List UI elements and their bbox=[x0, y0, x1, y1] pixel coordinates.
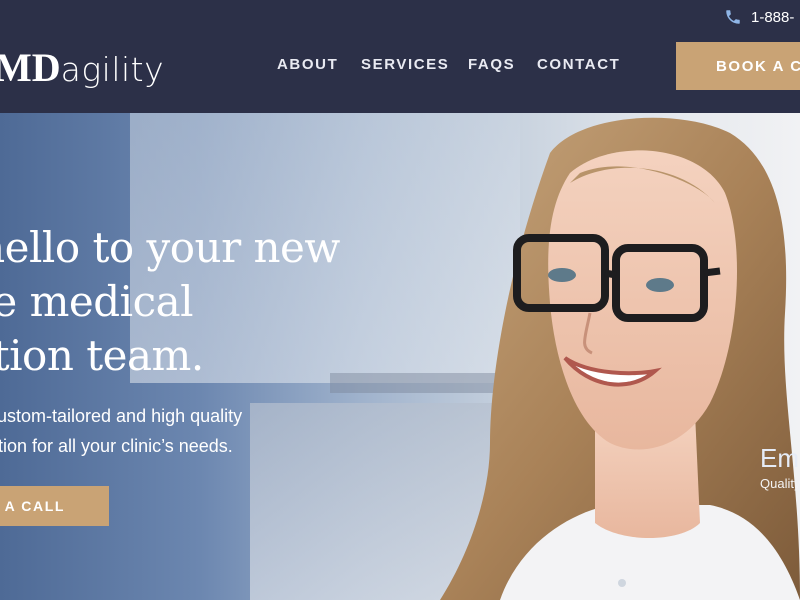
phone-number: 1-888- bbox=[751, 8, 795, 26]
hero-heading-line-2: site medical bbox=[0, 277, 194, 326]
staff-role: Quality bbox=[760, 476, 800, 491]
nav-contact[interactable]: CONTACT bbox=[537, 56, 620, 73]
hero-subtitle-line-1: custom-tailored and high quality bbox=[0, 406, 243, 426]
book-a-call-hero-label: K A CALL bbox=[0, 498, 65, 514]
site-header: 1-888- MD agility ABOUT SERVICES FAQS CO… bbox=[0, 0, 800, 113]
nav-services[interactable]: SERVICES bbox=[361, 56, 449, 73]
phone-link[interactable]: 1-888- bbox=[724, 8, 794, 26]
book-a-call-hero-button[interactable]: K A CALL bbox=[0, 486, 109, 526]
hero-heading-line-3: eption team. bbox=[0, 331, 204, 380]
book-a-call-header-label: BOOK A CA bbox=[716, 57, 800, 75]
hero-subtitle: custom-tailored and high quality ation f… bbox=[0, 401, 408, 461]
nav-faqs[interactable]: FAQS bbox=[468, 56, 515, 73]
hero-heading: y hello to your new site medical eption … bbox=[0, 221, 442, 383]
staff-name: Em bbox=[760, 443, 799, 473]
hero-heading-line-1: y hello to your new bbox=[0, 223, 340, 272]
book-a-call-header-button[interactable]: BOOK A CA bbox=[676, 42, 800, 90]
phone-icon bbox=[726, 10, 740, 24]
receptionist-photo bbox=[440, 117, 800, 600]
staff-caption: Em Quality bbox=[760, 443, 800, 491]
logo-md-text: MD bbox=[0, 45, 61, 90]
hero-subtitle-line-2: ation for all your clinic’s needs. bbox=[0, 436, 233, 456]
hero-section: y hello to your new site medical eption … bbox=[0, 113, 800, 600]
logo-agility-text: agility bbox=[60, 50, 165, 89]
mdagility-logo[interactable]: MD agility bbox=[0, 44, 164, 94]
nav-about[interactable]: ABOUT bbox=[277, 56, 338, 73]
